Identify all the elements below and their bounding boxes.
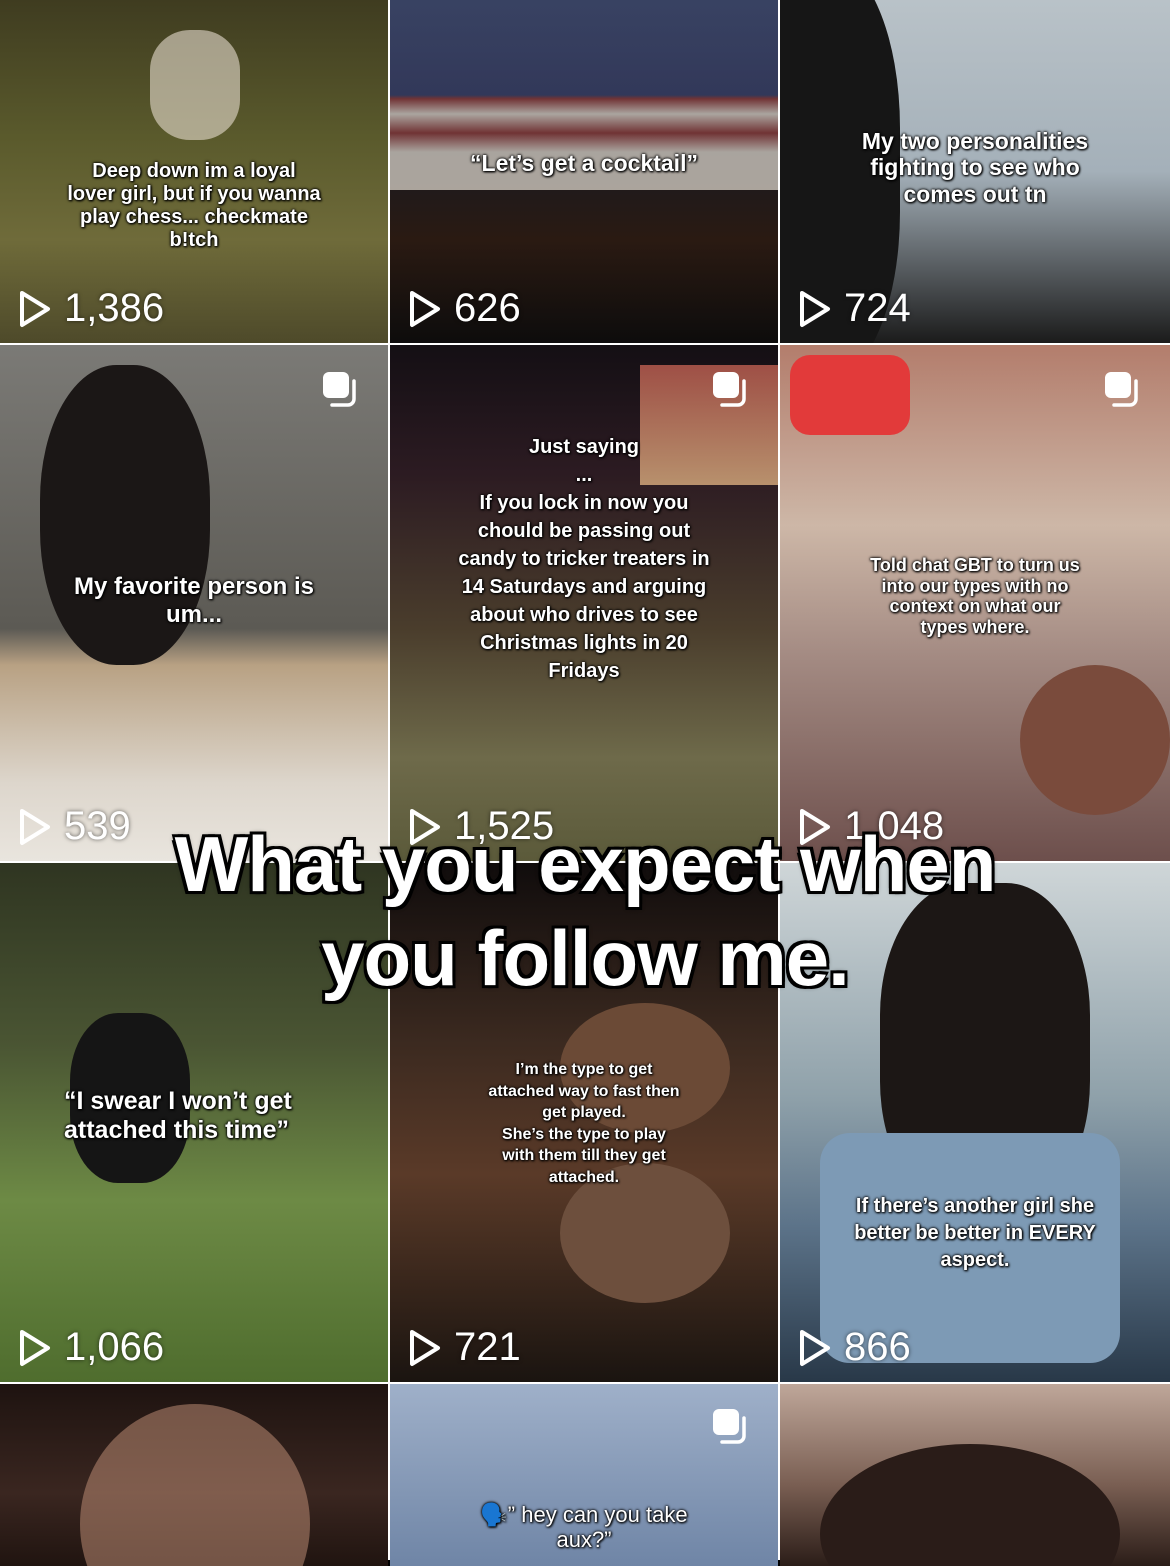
video-tile[interactable]: “Let’s get a cocktail” 626	[390, 0, 778, 343]
view-count-label: 724	[844, 286, 911, 330]
video-tile[interactable]: Deep down im a loyal lover girl, but if …	[0, 0, 388, 343]
view-count-label: 866	[844, 1325, 911, 1369]
video-caption: “Let’s get a cocktail”	[470, 150, 698, 176]
video-caption: Just saying ... If you lock in now you c…	[458, 436, 710, 682]
video-grid: Deep down im a loyal lover girl, but if …	[0, 0, 1170, 1566]
video-tile[interactable]: My two personalities fighting to see who…	[780, 0, 1170, 343]
video-tile[interactable]: Told chat GBT to turn us into our types …	[780, 345, 1170, 861]
video-tile[interactable]	[0, 1384, 388, 1566]
video-caption: Told chat GBT to turn us into our types …	[870, 555, 1080, 638]
video-tile[interactable]: My favorite person is um... 539	[0, 345, 388, 861]
play-icon	[410, 1329, 440, 1366]
view-count: 866	[798, 1325, 911, 1370]
view-count-label: 1,386	[64, 286, 165, 330]
view-count-label: 1,066	[64, 1325, 165, 1369]
overlay-text: What you expect when you follow me.	[174, 820, 997, 1002]
multi-image-icon	[713, 372, 746, 407]
play-icon	[20, 290, 50, 327]
video-caption: 🗣️” hey can you take aux?”	[480, 1502, 688, 1553]
video-caption: My two personalities fighting to see who…	[861, 128, 1089, 207]
video-caption: My favorite person is um...	[73, 573, 315, 628]
video-caption: “I swear I won’t get attached this time”	[64, 1087, 292, 1144]
view-count: 1,066	[18, 1325, 164, 1370]
view-count-label: 721	[454, 1325, 521, 1369]
play-icon	[800, 290, 830, 327]
view-count-label: 626	[454, 286, 521, 330]
play-icon	[20, 1329, 50, 1366]
video-tile[interactable]: 🗣️” hey can you take aux?”	[390, 1384, 778, 1566]
multi-image-icon	[713, 1409, 746, 1444]
video-tile[interactable]: Just saying ... If you lock in now you c…	[390, 345, 778, 861]
view-count: 724	[798, 286, 911, 331]
video-caption: If there’s another girl she better be be…	[854, 1195, 1096, 1271]
view-count: 721	[408, 1325, 521, 1370]
video-caption: Deep down im a loyal lover girl, but if …	[67, 160, 321, 251]
video-tile[interactable]	[780, 1384, 1170, 1566]
view-count: 626	[408, 286, 521, 331]
multi-image-icon	[1105, 372, 1138, 407]
video-caption: I’m the type to get attached way to fast…	[488, 1061, 680, 1186]
multi-image-icon	[323, 372, 356, 407]
view-count: 1,386	[18, 286, 164, 331]
play-icon	[410, 290, 440, 327]
play-icon	[800, 1329, 830, 1366]
